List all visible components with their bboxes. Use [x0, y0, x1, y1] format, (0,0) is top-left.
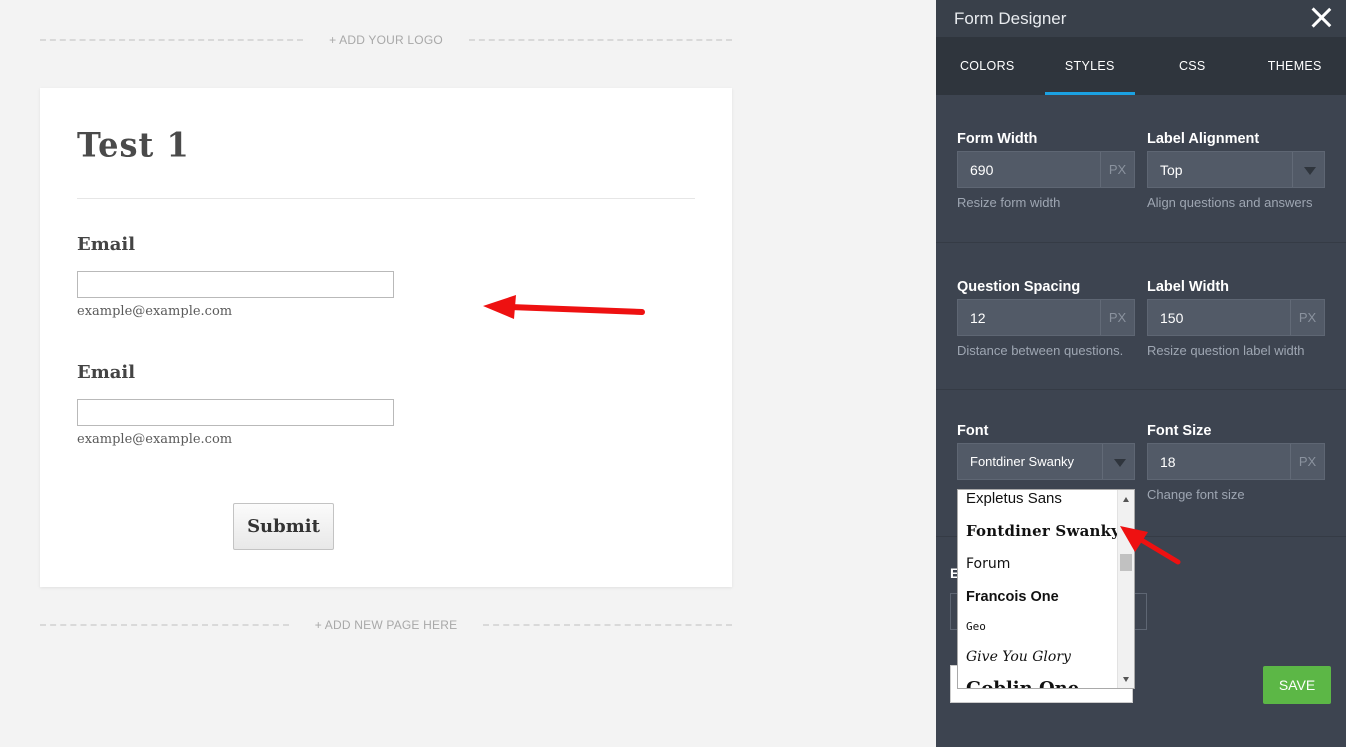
font-option-francois-one[interactable]: Francois One — [958, 582, 1118, 612]
scroll-down-icon[interactable] — [1123, 677, 1129, 682]
font-size-label: Font Size — [1147, 423, 1212, 439]
tab-themes[interactable]: THEMES — [1244, 37, 1346, 95]
spacing-label-width-section: Question Spacing 12 PX Distance between … — [936, 243, 1346, 390]
font-size-unit: PX — [1290, 444, 1324, 479]
question-label-email-1[interactable]: Email — [77, 234, 135, 255]
scroll-up-icon[interactable] — [1123, 497, 1129, 502]
font-label: Font — [957, 423, 989, 439]
font-select[interactable]: Fontdiner Swanky — [957, 443, 1135, 480]
font-dropdown-list[interactable]: Expletus Sans Fontdiner Swanky Forum Fra… — [957, 489, 1135, 689]
add-logo-link[interactable]: + ADD YOUR LOGO — [303, 33, 469, 47]
email-sublabel-2: example@example.com — [77, 432, 233, 447]
label-width-value[interactable]: 150 — [1148, 310, 1290, 326]
font-option-geo[interactable]: Geo — [958, 612, 1118, 642]
font-option-expletus-sans[interactable]: Expletus Sans — [958, 490, 1118, 516]
font-option-give-you-glory[interactable]: Give You Glory — [958, 642, 1118, 672]
tab-styles[interactable]: STYLES — [1039, 37, 1142, 95]
panel-title: Form Designer — [954, 9, 1067, 28]
font-size-value[interactable]: 18 — [1148, 454, 1290, 470]
title-divider — [77, 198, 695, 199]
email-sublabel-1: example@example.com — [77, 304, 233, 319]
dashed-divider — [40, 39, 304, 41]
question-spacing-hint: Distance between questions. — [957, 343, 1124, 358]
panel-header: Form Designer — [936, 0, 1346, 37]
dropdown-scrollbar[interactable] — [1117, 490, 1134, 688]
email-field-2[interactable] — [77, 399, 394, 426]
dashed-divider — [483, 624, 733, 626]
form-width-value[interactable]: 690 — [958, 162, 1100, 178]
font-size-input[interactable]: 18 PX — [1147, 443, 1325, 480]
chevron-down-icon[interactable] — [1102, 444, 1134, 479]
question-label-email-2[interactable]: Email — [77, 362, 135, 383]
scroll-thumb[interactable] — [1120, 554, 1132, 571]
label-width-input[interactable]: 150 PX — [1147, 299, 1325, 336]
form-designer-panel: Form Designer COLORS STYLES CSS THEMES F… — [936, 0, 1346, 747]
width-alignment-section: Form Width 690 PX Resize form width Labe… — [936, 95, 1346, 243]
save-button[interactable]: SAVE — [1263, 666, 1331, 704]
close-icon[interactable] — [1310, 6, 1332, 28]
label-alignment-label: Label Alignment — [1147, 131, 1260, 147]
font-option-goblin-one[interactable]: Goblin One — [958, 674, 1118, 688]
form-width-unit: PX — [1100, 152, 1134, 187]
form-width-hint: Resize form width — [957, 195, 1061, 210]
question-spacing-input[interactable]: 12 PX — [957, 299, 1135, 336]
label-width-unit: PX — [1290, 300, 1324, 335]
dashed-divider — [468, 39, 732, 41]
add-logo-row: + ADD YOUR LOGO — [40, 32, 732, 48]
add-page-row: + ADD NEW PAGE HERE — [40, 617, 733, 633]
question-spacing-label: Question Spacing — [957, 279, 1081, 295]
label-width-hint: Resize question label width — [1147, 343, 1305, 358]
tab-css[interactable]: CSS — [1141, 37, 1244, 95]
tab-colors[interactable]: COLORS — [936, 37, 1039, 95]
font-value[interactable]: Fontdiner Swanky — [958, 454, 1102, 469]
question-spacing-unit: PX — [1100, 300, 1134, 335]
designer-tabs: COLORS STYLES CSS THEMES — [936, 37, 1346, 95]
question-spacing-value[interactable]: 12 — [958, 310, 1100, 326]
form-width-input[interactable]: 690 PX — [957, 151, 1135, 188]
submit-button[interactable]: Submit — [233, 503, 334, 550]
form-width-label: Form Width — [957, 131, 1038, 147]
form-card: Test 1 Email example@example.com Email e… — [40, 88, 732, 587]
font-option-fontdiner-swanky[interactable]: Fontdiner Swanky — [958, 516, 1118, 546]
chevron-down-icon[interactable] — [1292, 152, 1324, 187]
label-width-label: Label Width — [1147, 279, 1230, 295]
dashed-divider — [40, 624, 289, 626]
email-field-1[interactable] — [77, 271, 394, 298]
add-page-link[interactable]: + ADD NEW PAGE HERE — [289, 618, 484, 632]
label-alignment-value[interactable]: Top — [1148, 162, 1292, 178]
label-alignment-hint: Align questions and answers — [1147, 195, 1313, 210]
font-size-hint: Change font size — [1147, 487, 1245, 502]
form-title[interactable]: Test 1 — [77, 125, 190, 165]
font-option-forum[interactable]: Forum — [958, 549, 1118, 579]
label-alignment-select[interactable]: Top — [1147, 151, 1325, 188]
